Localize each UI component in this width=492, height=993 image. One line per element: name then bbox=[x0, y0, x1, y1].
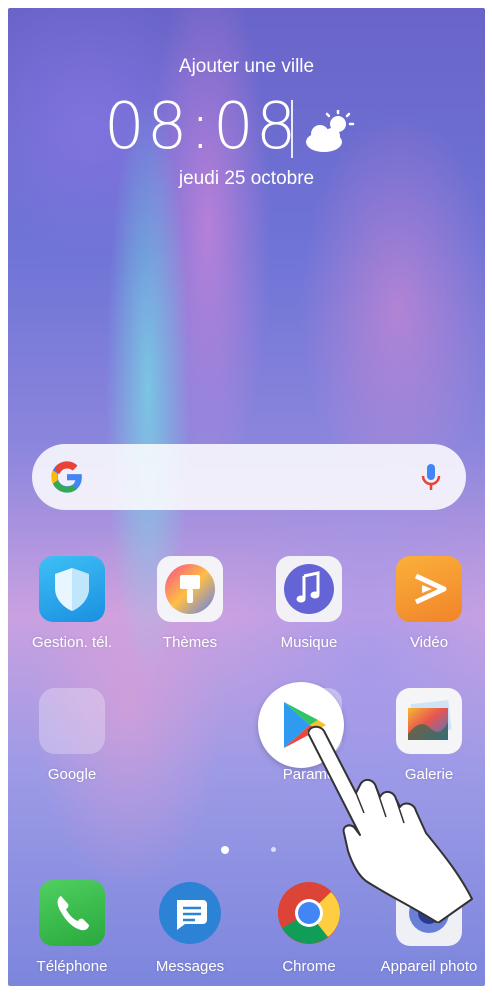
app-label: Thèmes bbox=[162, 634, 218, 651]
page-dot[interactable] bbox=[271, 847, 276, 852]
date-label[interactable]: jeudi 25 octobre bbox=[8, 168, 485, 190]
clock-divider bbox=[291, 100, 293, 158]
dock-phone[interactable]: Téléphone bbox=[17, 880, 127, 975]
dock-messages[interactable]: Messages bbox=[135, 880, 245, 975]
music-note-icon bbox=[276, 556, 342, 622]
add-city-link[interactable]: Ajouter une ville bbox=[8, 56, 485, 78]
app-label: Gestion. tél. bbox=[31, 634, 113, 651]
partly-cloudy-icon[interactable] bbox=[304, 108, 356, 159]
app-label: Téléphone bbox=[36, 958, 108, 975]
app-google-folder[interactable]: Google bbox=[17, 688, 127, 783]
app-video[interactable]: Vidéo bbox=[374, 556, 484, 651]
hand-pointer-icon bbox=[307, 723, 478, 928]
google-search-bar[interactable] bbox=[32, 444, 466, 510]
app-label: Google bbox=[47, 766, 97, 783]
page-dot-active[interactable] bbox=[221, 846, 229, 854]
play-icon bbox=[396, 556, 462, 622]
app-label: Chrome bbox=[282, 958, 336, 975]
app-label: Vidéo bbox=[409, 634, 449, 651]
clock-time[interactable]: 08:08 bbox=[104, 90, 298, 164]
google-g-icon bbox=[50, 460, 84, 499]
phone-icon bbox=[39, 880, 105, 946]
app-phone-manager[interactable]: Gestion. tél. bbox=[17, 556, 127, 651]
message-icon bbox=[157, 880, 223, 946]
shield-icon bbox=[39, 556, 105, 622]
folder-icon bbox=[39, 688, 105, 754]
app-label: Appareil photo bbox=[380, 958, 478, 975]
app-label: Musique bbox=[280, 634, 338, 651]
app-music[interactable]: Musique bbox=[254, 556, 364, 651]
home-screen: Ajouter une ville 08:08 jeudi 25 octobre bbox=[8, 8, 485, 986]
microphone-icon[interactable] bbox=[414, 460, 448, 499]
paintbrush-icon bbox=[157, 556, 223, 622]
app-label: Messages bbox=[155, 958, 225, 975]
app-themes[interactable]: Thèmes bbox=[135, 556, 245, 651]
